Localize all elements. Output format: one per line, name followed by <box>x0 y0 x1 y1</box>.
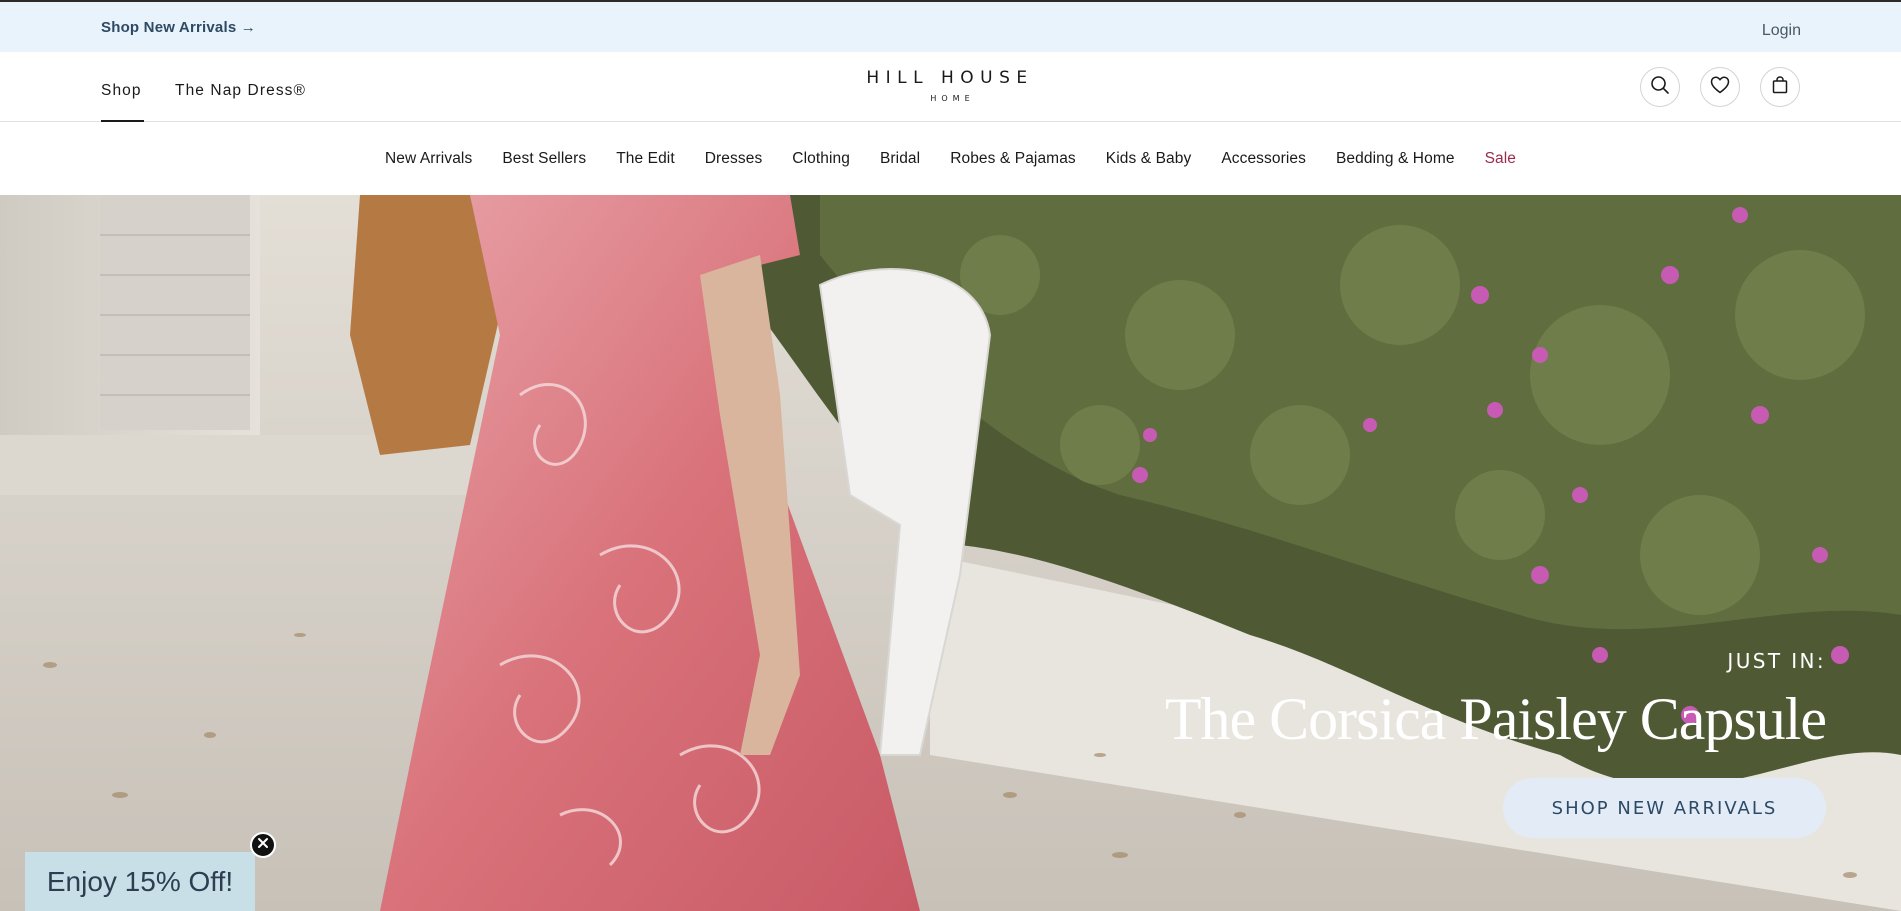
hero-eyebrow: JUST IN: <box>1727 649 1826 673</box>
nav-new-arrivals[interactable]: New Arrivals <box>385 150 472 168</box>
nav-bedding-home[interactable]: Bedding & Home <box>1336 150 1455 168</box>
cart-button[interactable] <box>1760 67 1800 107</box>
shop-new-arrivals-button[interactable]: SHOP NEW ARRIVALS <box>1503 778 1826 838</box>
logo-wordmark: HILL HOUSE <box>866 68 1034 88</box>
discount-close-button[interactable] <box>250 832 276 858</box>
brand-logo[interactable]: HILL HOUSE HOME <box>852 68 1048 103</box>
heart-icon <box>1710 75 1730 99</box>
bag-icon <box>1772 75 1788 99</box>
nav-bridal[interactable]: Bridal <box>880 150 920 168</box>
shop-new-arrivals-link[interactable]: Shop New Arrivals → <box>101 19 256 36</box>
discount-tab[interactable]: Enjoy 15% Off! <box>25 852 255 911</box>
site-header: Shop The Nap Dress® HILL HOUSE HOME <box>0 52 1901 122</box>
nav-robes-pajamas[interactable]: Robes & Pajamas <box>950 150 1076 168</box>
nav-dresses[interactable]: Dresses <box>705 150 763 168</box>
nav-clothing[interactable]: Clothing <box>792 150 850 168</box>
wishlist-button[interactable] <box>1700 67 1740 107</box>
close-icon <box>257 836 269 854</box>
nav-best-sellers[interactable]: Best Sellers <box>502 150 586 168</box>
tab-shop[interactable]: Shop <box>101 82 142 100</box>
announcement-bar: Shop New Arrivals → Login <box>0 0 1901 52</box>
nav-accessories[interactable]: Accessories <box>1221 150 1306 168</box>
category-nav: New Arrivals Best Sellers The Edit Dress… <box>0 122 1901 195</box>
logo-subline: HOME <box>930 94 975 103</box>
search-button[interactable] <box>1640 67 1680 107</box>
discount-label: Enjoy 15% Off! <box>46 865 234 897</box>
search-icon <box>1650 75 1670 100</box>
tab-nap-dress[interactable]: The Nap Dress® <box>175 82 306 100</box>
hero-headline: The Corsica Paisley Capsule <box>1164 686 1827 752</box>
nav-kids-baby[interactable]: Kids & Baby <box>1106 150 1192 168</box>
login-link[interactable]: Login <box>1762 22 1801 40</box>
nav-sale[interactable]: Sale <box>1485 150 1516 168</box>
nav-the-edit[interactable]: The Edit <box>616 150 675 168</box>
hero-banner[interactable]: JUST IN: The Corsica Paisley Capsule SHO… <box>0 195 1901 911</box>
